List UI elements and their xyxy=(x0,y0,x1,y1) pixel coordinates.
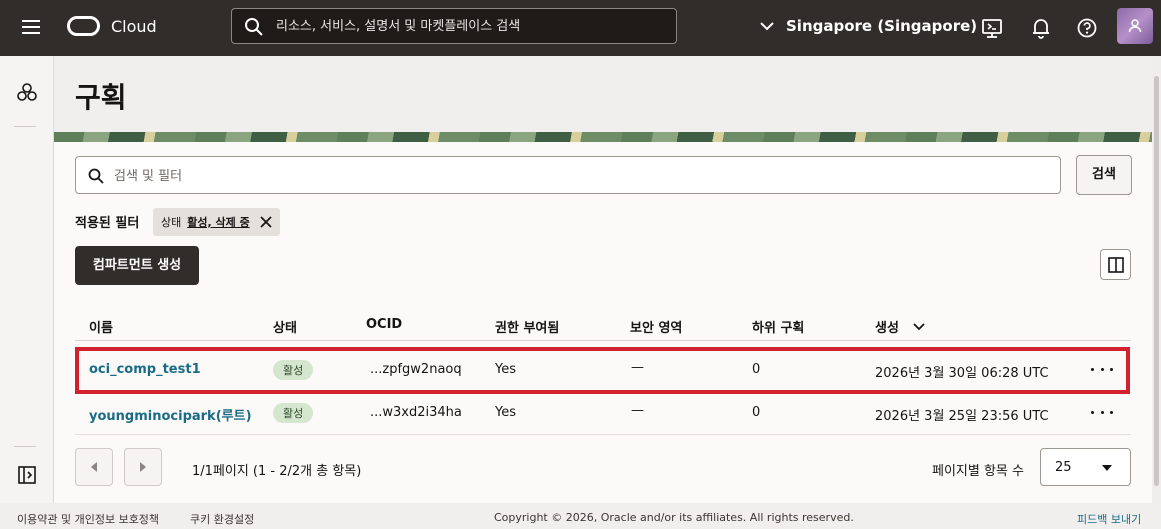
table-row: oci_comp_test1 활성 ...zpfgw2naoq Yes — 0 … xyxy=(75,350,1131,390)
copyright-text: Copyright © 2026, Oracle and/or its affi… xyxy=(494,511,854,524)
table-row: youngminocipark(루트) 활성 ...w3xd2i34ha Yes… xyxy=(75,393,1131,433)
search-and-filter[interactable] xyxy=(75,156,1061,194)
header-banner-image xyxy=(54,132,1152,142)
security-zone-value: — xyxy=(631,360,644,375)
bell-icon[interactable] xyxy=(1027,14,1055,42)
user-avatar[interactable] xyxy=(1117,8,1153,44)
authorized-value: Yes xyxy=(495,362,516,377)
search-icon xyxy=(245,18,263,36)
cookie-preferences-link[interactable]: 쿠키 환경설정 xyxy=(190,511,254,527)
ocid-value[interactable]: ...zpfgw2naoq xyxy=(370,362,462,377)
security-zone-value: — xyxy=(631,403,644,418)
column-header-subcompartments[interactable]: 하위 구획 xyxy=(752,317,804,336)
status-badge: 활성 xyxy=(273,403,314,423)
column-header-state[interactable]: 상태 xyxy=(273,317,297,336)
cloud-shell-icon[interactable] xyxy=(978,14,1006,42)
authorized-value: Yes xyxy=(495,405,516,420)
applied-filters-label: 적용된 필터 xyxy=(75,216,140,231)
main-content: 검색 적용된 필터 상태 활성, 삭제 중 컴파트먼트 생성 이름 상태 OCI… xyxy=(54,142,1152,503)
vertical-scrollbar[interactable] xyxy=(1152,56,1161,503)
rail-divider xyxy=(14,126,36,127)
oracle-cloud-logo[interactable]: Cloud xyxy=(67,16,157,36)
column-header-created-label: 생성 xyxy=(875,321,899,336)
sort-descending-icon[interactable] xyxy=(913,322,925,331)
page-title: 구획 xyxy=(75,81,127,114)
app-name: Cloud xyxy=(111,16,157,36)
rail-divider xyxy=(14,446,36,447)
created-value: 2026년 3월 30일 06:28 UTC xyxy=(875,366,1049,381)
pagination-summary: 1/1페이지 (1 - 2/2개 총 항목) xyxy=(192,464,362,479)
per-page-label: 페이지별 항목 수 xyxy=(932,464,1024,479)
create-compartment-button[interactable]: 컴파트먼트 생성 xyxy=(75,246,199,285)
filter-chip-key: 상태 xyxy=(161,216,182,229)
status-badge: 활성 xyxy=(273,360,314,380)
more-actions-icon[interactable] xyxy=(1091,360,1113,378)
per-page-value: 25 xyxy=(1055,460,1072,475)
feedback-link[interactable]: 피드백 보내기 xyxy=(1077,511,1141,527)
search-icon xyxy=(88,168,104,184)
column-header-created[interactable]: 생성 xyxy=(875,317,925,336)
page-header: 구획 xyxy=(54,56,1152,142)
chevron-right-icon xyxy=(140,462,146,472)
filter-input[interactable] xyxy=(114,165,1044,187)
compartment-name-link[interactable]: youngminocipark(루트) xyxy=(89,405,252,424)
column-header-ocid[interactable]: OCID xyxy=(366,317,402,332)
global-search[interactable] xyxy=(231,8,677,44)
columns-icon xyxy=(1108,257,1124,273)
previous-page-button[interactable] xyxy=(75,448,113,486)
table-header-divider xyxy=(75,340,1131,341)
column-header-authorized[interactable]: 권한 부여됨 xyxy=(495,317,559,336)
expand-panel-icon[interactable] xyxy=(18,466,36,484)
next-page-button[interactable] xyxy=(124,448,162,486)
hamburger-menu-icon[interactable] xyxy=(18,16,44,40)
chevron-down-icon xyxy=(760,22,774,31)
per-page-select[interactable]: 25 xyxy=(1040,448,1131,486)
region-name: Singapore (Singapore) xyxy=(786,17,978,35)
column-settings-button[interactable] xyxy=(1100,249,1131,280)
more-actions-icon[interactable] xyxy=(1091,403,1113,421)
filter-chip-values[interactable]: 활성, 삭제 중 xyxy=(187,214,249,230)
compartment-name-link[interactable]: oci_comp_test1 xyxy=(89,362,201,377)
help-icon[interactable] xyxy=(1073,14,1101,42)
oracle-logo-icon xyxy=(67,16,100,36)
search-button[interactable]: 검색 xyxy=(1076,155,1132,195)
close-icon[interactable] xyxy=(260,216,272,228)
column-header-security-zone[interactable]: 보안 영역 xyxy=(630,317,682,336)
global-search-input[interactable] xyxy=(276,15,666,37)
caret-down-icon xyxy=(1102,465,1112,471)
compartments-icon[interactable] xyxy=(16,82,38,102)
footer: 이용약관 및 개인정보 보호정책 쿠키 환경설정 Copyright © 202… xyxy=(0,503,1161,529)
left-rail xyxy=(0,56,54,503)
subcompartments-value: 0 xyxy=(752,362,761,377)
created-value: 2026년 3월 25일 23:56 UTC xyxy=(875,409,1049,424)
ocid-value[interactable]: ...w3xd2i34ha xyxy=(370,405,462,420)
region-selector[interactable]: Singapore (Singapore) xyxy=(760,17,977,35)
row-divider xyxy=(75,434,1131,435)
terms-link[interactable]: 이용약관 및 개인정보 보호정책 xyxy=(17,511,159,527)
scrollbar-thumb[interactable] xyxy=(1154,76,1159,486)
user-icon xyxy=(1128,19,1142,33)
chevron-left-icon xyxy=(91,462,97,472)
column-header-name[interactable]: 이름 xyxy=(89,317,113,336)
subcompartments-value: 0 xyxy=(752,405,761,420)
top-navigation-bar: Cloud Singapore (Singapore) xyxy=(0,0,1161,56)
filter-chip-state[interactable]: 상태 활성, 삭제 중 xyxy=(153,208,280,236)
